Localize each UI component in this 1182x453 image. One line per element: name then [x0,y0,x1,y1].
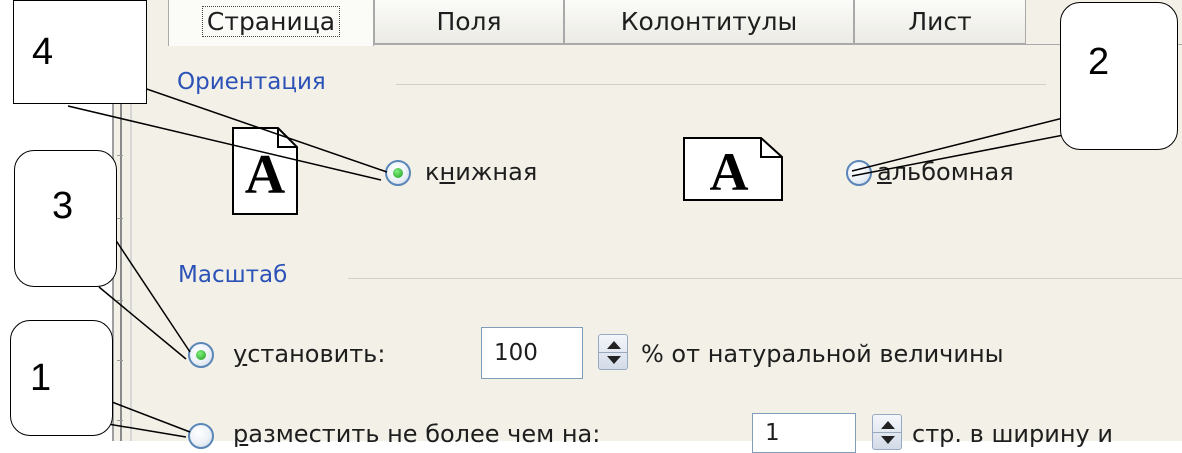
scale-title: Масштаб [178,262,288,288]
dialog-frame [112,0,1182,441]
fit-pages-label-accel: р [233,420,249,448]
set-scale-label-post: становить: [247,340,386,368]
tab-header-footer[interactable]: Колонтитулы [564,0,854,44]
tab-margins-label: Поля [436,7,502,36]
tab-margins[interactable]: Поля [374,0,564,44]
callout-3: 3 [14,150,117,287]
ruler-tick [117,360,123,361]
orientation-divider [396,84,1046,85]
spin-up-button[interactable] [599,335,627,353]
landscape-label-post: льбомная [891,158,1014,186]
callout-2: 2 [1060,2,1178,150]
portrait-label-pre: к [425,158,440,186]
fit-pages-suffix: стр. в ширину и [912,420,1113,448]
portrait-page-icon: A [232,127,298,215]
set-scale-label-accel: у [233,340,248,368]
callout-1-text: 1 [30,357,52,399]
scale-percent-input[interactable] [481,327,583,379]
landscape-radio[interactable] [846,160,872,186]
ruler-tick [117,300,123,301]
landscape-label-accel: а [877,158,892,186]
portrait-label-accel: н [439,158,456,186]
portrait-page-glyph: A [245,144,286,206]
fit-pages-label[interactable]: разместить не более чем на: [233,420,600,448]
ruler-tick [117,155,123,156]
landscape-page-icon: A [683,137,783,201]
scale-divider [348,278,1182,279]
fit-pages-width-input[interactable] [752,413,856,453]
fit-pages-label-post: азместить не более чем на: [248,420,601,448]
tab-page-label: Страница [201,6,341,37]
spin-down-button[interactable] [599,352,627,369]
spin-up-icon [881,421,895,429]
landscape-page-glyph: A [710,142,749,201]
set-scale-label[interactable]: установить: [233,340,385,368]
tab-header-footer-label: Колонтитулы [620,7,798,36]
spin-down-icon [881,436,895,444]
tab-sheet-label: Лист [908,7,972,36]
spin-down-icon [607,356,621,364]
portrait-label[interactable]: книжная [425,158,537,186]
orientation-title: Ориентация [177,69,326,95]
callout-4: 4 [13,0,147,104]
callout-4-text: 4 [32,31,54,73]
tab-sheet[interactable]: Лист [854,0,1026,44]
scale-percent-spinner[interactable] [598,334,628,370]
spin-up-icon [607,341,621,349]
set-scale-radio[interactable] [188,342,214,368]
callout-2-text: 2 [1088,41,1110,83]
spin-up-button[interactable] [873,415,901,433]
callout-3-text: 3 [52,185,74,227]
tab-page[interactable]: Страница [168,0,374,46]
landscape-label[interactable]: альбомная [877,158,1014,186]
portrait-label-post: ижная [455,158,538,186]
set-scale-suffix: % от натуральной величины [641,340,1004,368]
ruler-tick [117,420,123,421]
portrait-radio[interactable] [385,160,411,186]
ruler-tick [117,218,123,219]
callout-1: 1 [10,320,113,436]
fit-pages-width-spinner[interactable] [872,414,902,450]
fit-pages-radio[interactable] [188,423,214,449]
